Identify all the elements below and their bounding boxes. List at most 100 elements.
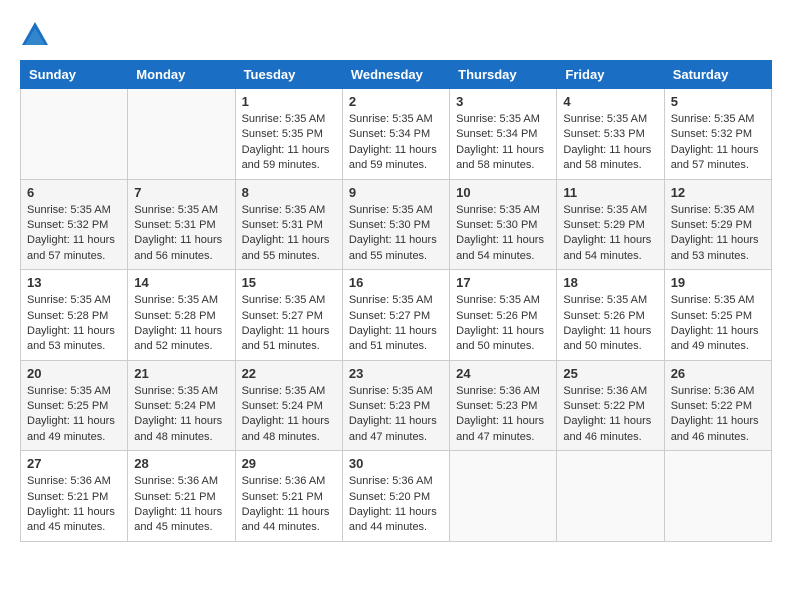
calendar-day-cell: 16 Sunrise: 5:35 AMSunset: 5:27 PMDayligh…: [342, 270, 449, 361]
calendar-day-cell: 19 Sunrise: 5:35 AMSunset: 5:25 PMDayligh…: [664, 270, 771, 361]
day-info: Sunrise: 5:35 AMSunset: 5:27 PMDaylight:…: [349, 293, 443, 355]
day-number: 1: [242, 94, 336, 109]
day-info: Sunrise: 5:35 AMSunset: 5:28 PMDaylight:…: [27, 293, 121, 355]
calendar-day-cell: 5 Sunrise: 5:35 AMSunset: 5:32 PMDaylight…: [664, 89, 771, 180]
logo: [20, 20, 54, 50]
day-info: Sunrise: 5:35 AMSunset: 5:29 PMDaylight:…: [563, 203, 657, 265]
day-info: Sunrise: 5:35 AMSunset: 5:25 PMDaylight:…: [27, 384, 121, 446]
day-info: Sunrise: 5:35 AMSunset: 5:33 PMDaylight:…: [563, 112, 657, 174]
day-info: Sunrise: 5:35 AMSunset: 5:34 PMDaylight:…: [349, 112, 443, 174]
day-number: 24: [456, 366, 550, 381]
calendar-table: SundayMondayTuesdayWednesdayThursdayFrid…: [20, 60, 772, 542]
day-info: Sunrise: 5:35 AMSunset: 5:30 PMDaylight:…: [456, 203, 550, 265]
day-info: Sunrise: 5:35 AMSunset: 5:24 PMDaylight:…: [242, 384, 336, 446]
calendar-day-cell: 28 Sunrise: 5:36 AMSunset: 5:21 PMDayligh…: [128, 451, 235, 542]
day-info: Sunrise: 5:35 AMSunset: 5:27 PMDaylight:…: [242, 293, 336, 355]
calendar-day-cell: 13 Sunrise: 5:35 AMSunset: 5:28 PMDayligh…: [21, 270, 128, 361]
day-number: 16: [349, 275, 443, 290]
day-number: 20: [27, 366, 121, 381]
calendar-day-cell: [21, 89, 128, 180]
day-number: 17: [456, 275, 550, 290]
day-info: Sunrise: 5:35 AMSunset: 5:32 PMDaylight:…: [27, 203, 121, 265]
weekday-header-row: SundayMondayTuesdayWednesdayThursdayFrid…: [21, 61, 772, 89]
day-number: 10: [456, 185, 550, 200]
day-number: 28: [134, 456, 228, 471]
day-number: 4: [563, 94, 657, 109]
calendar-week-row: 20 Sunrise: 5:35 AMSunset: 5:25 PMDayligh…: [21, 360, 772, 451]
day-number: 9: [349, 185, 443, 200]
weekday-header: Tuesday: [235, 61, 342, 89]
calendar-day-cell: 1 Sunrise: 5:35 AMSunset: 5:35 PMDaylight…: [235, 89, 342, 180]
day-number: 12: [671, 185, 765, 200]
day-info: Sunrise: 5:35 AMSunset: 5:34 PMDaylight:…: [456, 112, 550, 174]
weekday-header: Monday: [128, 61, 235, 89]
day-number: 23: [349, 366, 443, 381]
day-info: Sunrise: 5:35 AMSunset: 5:24 PMDaylight:…: [134, 384, 228, 446]
day-info: Sunrise: 5:35 AMSunset: 5:32 PMDaylight:…: [671, 112, 765, 174]
day-number: 19: [671, 275, 765, 290]
day-number: 13: [27, 275, 121, 290]
day-info: Sunrise: 5:35 AMSunset: 5:26 PMDaylight:…: [563, 293, 657, 355]
calendar-day-cell: [664, 451, 771, 542]
calendar-day-cell: 9 Sunrise: 5:35 AMSunset: 5:30 PMDaylight…: [342, 179, 449, 270]
calendar-day-cell: 15 Sunrise: 5:35 AMSunset: 5:27 PMDayligh…: [235, 270, 342, 361]
calendar-week-row: 1 Sunrise: 5:35 AMSunset: 5:35 PMDaylight…: [21, 89, 772, 180]
day-info: Sunrise: 5:35 AMSunset: 5:29 PMDaylight:…: [671, 203, 765, 265]
day-number: 11: [563, 185, 657, 200]
day-number: 2: [349, 94, 443, 109]
calendar-day-cell: 29Sunrise: 5:36 AMSunset: 5:21 PMDayligh…: [235, 451, 342, 542]
day-info: Sunrise: 5:36 AMSunset: 5:21 PMDaylight:…: [242, 474, 336, 536]
day-number: 21: [134, 366, 228, 381]
logo-icon: [20, 20, 50, 50]
weekday-header: Friday: [557, 61, 664, 89]
calendar-day-cell: 12 Sunrise: 5:35 AMSunset: 5:29 PMDayligh…: [664, 179, 771, 270]
calendar-day-cell: 7Sunrise: 5:35 AMSunset: 5:31 PMDaylight…: [128, 179, 235, 270]
calendar-day-cell: 11 Sunrise: 5:35 AMSunset: 5:29 PMDayligh…: [557, 179, 664, 270]
calendar-day-cell: 14 Sunrise: 5:35 AMSunset: 5:28 PMDayligh…: [128, 270, 235, 361]
day-info: Sunrise: 5:35 AMSunset: 5:25 PMDaylight:…: [671, 293, 765, 355]
weekday-header: Wednesday: [342, 61, 449, 89]
page-header: [20, 20, 772, 50]
day-number: 25: [563, 366, 657, 381]
calendar-day-cell: [450, 451, 557, 542]
calendar-day-cell: 18 Sunrise: 5:35 AMSunset: 5:26 PMDayligh…: [557, 270, 664, 361]
weekday-header: Saturday: [664, 61, 771, 89]
calendar-day-cell: 8 Sunrise: 5:35 AMSunset: 5:31 PMDaylight…: [235, 179, 342, 270]
day-number: 26: [671, 366, 765, 381]
calendar-day-cell: 6 Sunrise: 5:35 AMSunset: 5:32 PMDaylight…: [21, 179, 128, 270]
day-number: 15: [242, 275, 336, 290]
calendar-week-row: 6 Sunrise: 5:35 AMSunset: 5:32 PMDaylight…: [21, 179, 772, 270]
calendar-day-cell: 17Sunrise: 5:35 AMSunset: 5:26 PMDayligh…: [450, 270, 557, 361]
day-number: 7: [134, 185, 228, 200]
weekday-header: Sunday: [21, 61, 128, 89]
day-info: Sunrise: 5:35 AMSunset: 5:28 PMDaylight:…: [134, 293, 228, 355]
calendar-day-cell: 30Sunrise: 5:36 AMSunset: 5:20 PMDayligh…: [342, 451, 449, 542]
calendar-day-cell: 4 Sunrise: 5:35 AMSunset: 5:33 PMDaylight…: [557, 89, 664, 180]
day-number: 14: [134, 275, 228, 290]
calendar-day-cell: [128, 89, 235, 180]
day-info: Sunrise: 5:35 AMSunset: 5:35 PMDaylight:…: [242, 112, 336, 174]
day-info: Sunrise: 5:36 AMSunset: 5:21 PMDaylight:…: [27, 474, 121, 536]
calendar-day-cell: 26 Sunrise: 5:36 AMSunset: 5:22 PMDayligh…: [664, 360, 771, 451]
calendar-day-cell: 23Sunrise: 5:35 AMSunset: 5:23 PMDayligh…: [342, 360, 449, 451]
day-number: 18: [563, 275, 657, 290]
calendar-week-row: 27 Sunrise: 5:36 AMSunset: 5:21 PMDayligh…: [21, 451, 772, 542]
day-info: Sunrise: 5:35 AMSunset: 5:31 PMDaylight:…: [242, 203, 336, 265]
calendar-day-cell: 2 Sunrise: 5:35 AMSunset: 5:34 PMDaylight…: [342, 89, 449, 180]
calendar-day-cell: 3 Sunrise: 5:35 AMSunset: 5:34 PMDaylight…: [450, 89, 557, 180]
calendar-day-cell: 10 Sunrise: 5:35 AMSunset: 5:30 PMDayligh…: [450, 179, 557, 270]
day-number: 8: [242, 185, 336, 200]
day-number: 30: [349, 456, 443, 471]
calendar-day-cell: 24 Sunrise: 5:36 AMSunset: 5:23 PMDayligh…: [450, 360, 557, 451]
day-info: Sunrise: 5:35 AMSunset: 5:30 PMDaylight:…: [349, 203, 443, 265]
calendar-day-cell: 27 Sunrise: 5:36 AMSunset: 5:21 PMDayligh…: [21, 451, 128, 542]
day-number: 3: [456, 94, 550, 109]
day-info: Sunrise: 5:36 AMSunset: 5:23 PMDaylight:…: [456, 384, 550, 446]
calendar-day-cell: [557, 451, 664, 542]
calendar-day-cell: 21 Sunrise: 5:35 AMSunset: 5:24 PMDayligh…: [128, 360, 235, 451]
day-number: 6: [27, 185, 121, 200]
day-info: Sunrise: 5:36 AMSunset: 5:21 PMDaylight:…: [134, 474, 228, 536]
day-number: 5: [671, 94, 765, 109]
day-number: 27: [27, 456, 121, 471]
day-info: Sunrise: 5:36 AMSunset: 5:22 PMDaylight:…: [671, 384, 765, 446]
